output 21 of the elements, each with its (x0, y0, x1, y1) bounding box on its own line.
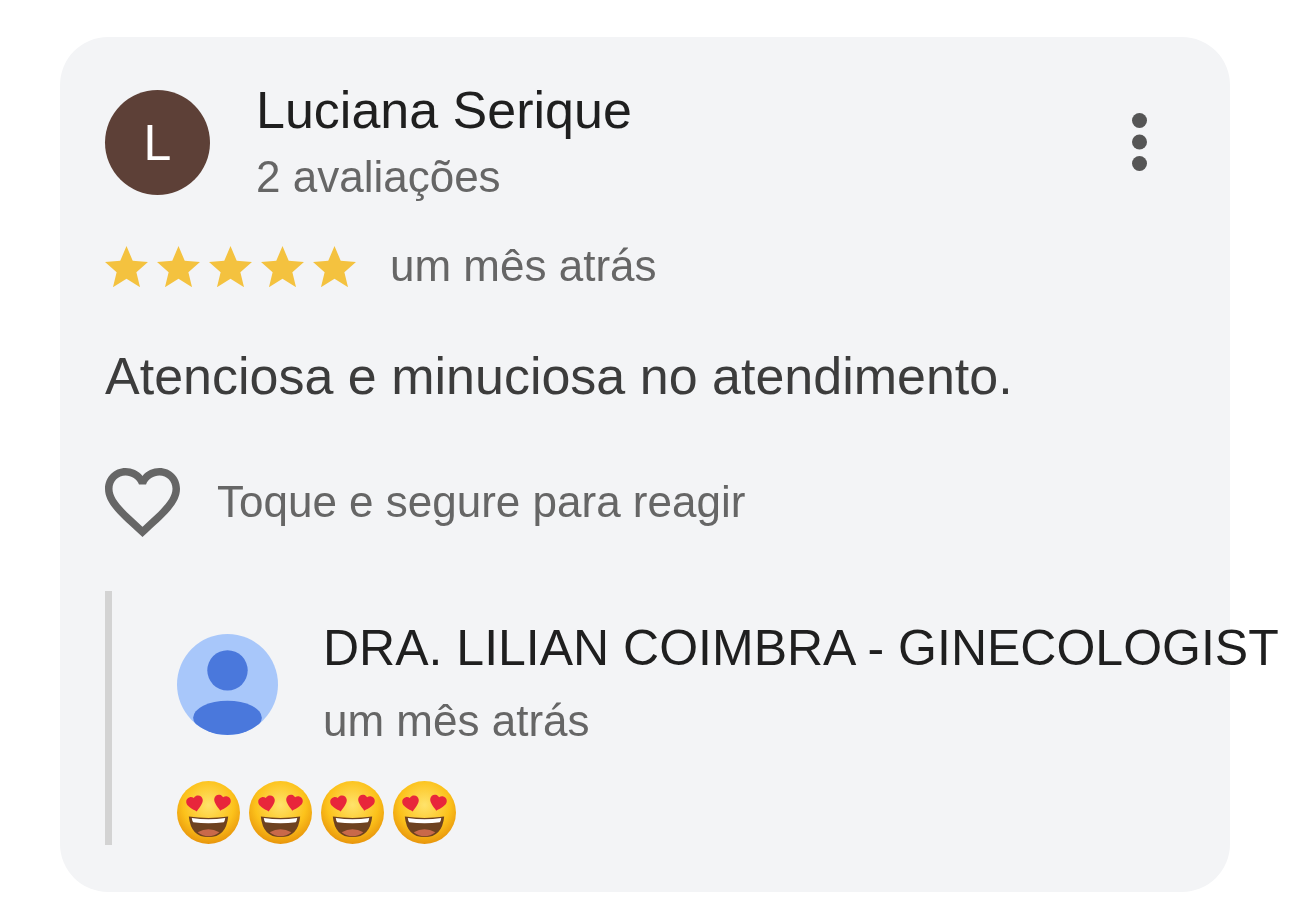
person-avatar-icon (177, 632, 278, 736)
heart-eyes-emoji-icon (249, 780, 312, 844)
star-icon (209, 246, 252, 288)
heart-eyes-emoji-icon (321, 780, 384, 844)
reply-time: um mês atrás (323, 696, 590, 747)
star-icon (157, 246, 200, 288)
heart-eyes-emoji-icon (393, 780, 456, 844)
reaction-hint: Toque e segure para reagir (217, 477, 746, 528)
avatar-initial[interactable]: L (105, 90, 210, 195)
replier-name: DRA. LILIAN COIMBRA - GINECOLOGIST (323, 619, 1279, 678)
star-icon (261, 246, 304, 288)
reviewer-name[interactable]: Luciana Serique (256, 81, 632, 141)
heart-eyes-emoji-icon (177, 780, 240, 844)
star-icon (105, 246, 148, 288)
review-text: Atenciosa e minuciosa no atendimento. (105, 347, 1013, 407)
review-count: 2 avaliações (256, 151, 501, 203)
heart-icon[interactable] (105, 467, 180, 537)
more-vertical-icon (1132, 113, 1147, 171)
more-options-button[interactable] (1132, 113, 1147, 171)
star-icon (313, 246, 356, 288)
review-time: um mês atrás (390, 241, 657, 292)
